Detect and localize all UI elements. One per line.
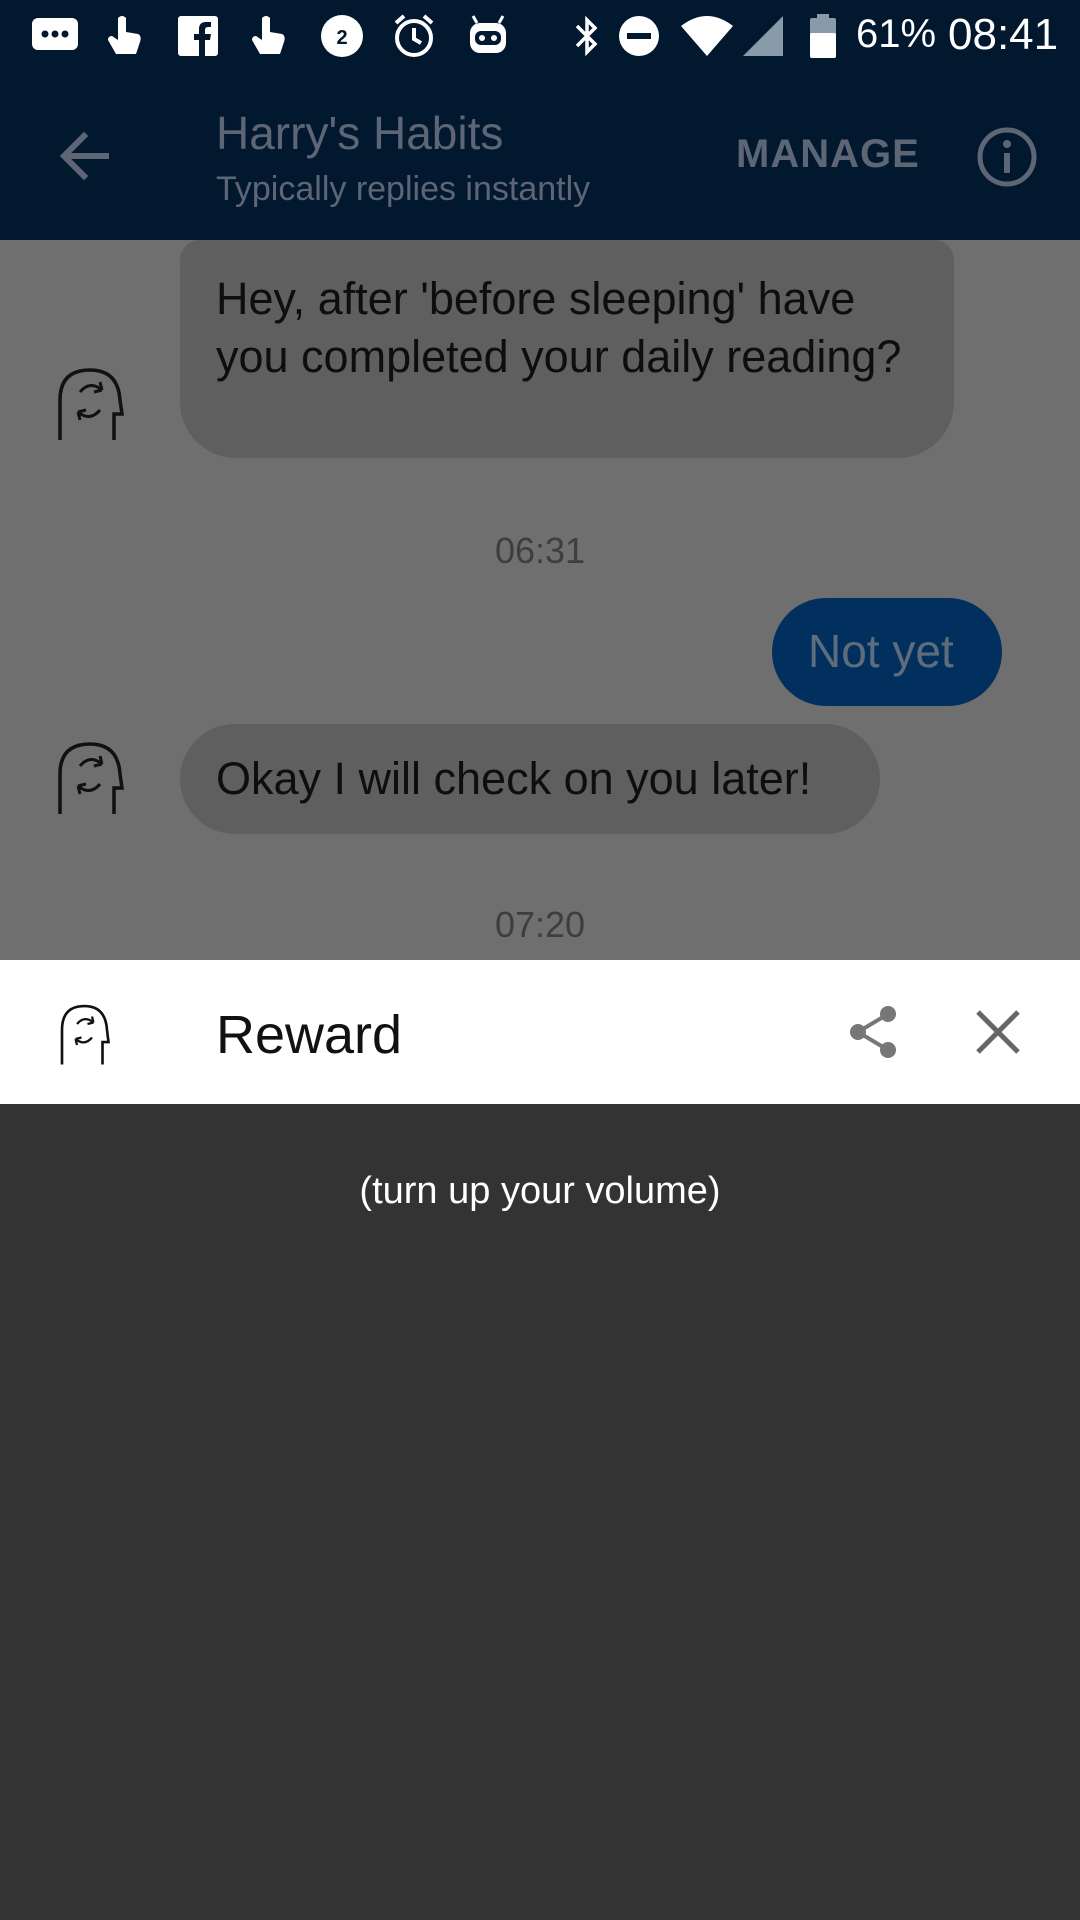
bot-avatar (56, 1000, 116, 1066)
bot-avatar (52, 736, 132, 816)
bot-message: Okay I will check on you later! (180, 724, 880, 834)
hand-icon (246, 14, 290, 58)
signal-icon (740, 14, 786, 58)
reward-content: (turn up your volume) (0, 1104, 1080, 1920)
chat-subtitle: Typically replies instantly (216, 170, 591, 208)
bot-message: Hey, after 'before sleeping' have you co… (180, 240, 954, 458)
status-bar: 2 61% 08:41 (0, 0, 1080, 72)
alarm-icon (390, 14, 438, 58)
do-not-disturb-icon (616, 14, 662, 58)
svg-text:2: 2 (336, 27, 347, 49)
user-message: Not yet (772, 598, 1002, 706)
chat-title: Harry's Habits (216, 107, 504, 159)
clock: 08:41 (948, 10, 1059, 59)
hand-icon (102, 14, 146, 58)
facebook-icon (176, 14, 220, 58)
battery-percentage: 61% (856, 12, 937, 56)
reward-title: Reward (216, 1005, 403, 1065)
close-icon[interactable] (970, 1004, 1026, 1060)
app-bar: Harry's Habits Typically replies instant… (0, 72, 1080, 240)
wifi-icon (678, 14, 736, 58)
bot-avatar (52, 362, 132, 442)
timestamp: 07:20 (494, 904, 586, 945)
manage-button[interactable]: MANAGE (736, 132, 920, 177)
messages-icon (28, 14, 82, 58)
message-text: Hey, after 'before sleeping' have you co… (216, 273, 902, 382)
info-icon[interactable] (976, 126, 1038, 188)
chat-messages[interactable]: Hey, after 'before sleeping' have you co… (0, 240, 1080, 960)
message-text: Not yet (808, 625, 954, 677)
share-icon[interactable] (846, 1004, 902, 1060)
chat-badge-icon: 2 (318, 14, 366, 58)
timestamp: 06:31 (494, 530, 586, 571)
battery-icon (806, 14, 840, 58)
robot-icon (464, 14, 512, 58)
volume-hint: (turn up your volume) (359, 1170, 721, 1212)
bluetooth-icon (570, 14, 604, 58)
message-text: Okay I will check on you later! (216, 753, 812, 804)
reward-header: Reward (0, 960, 1080, 1104)
back-arrow-icon[interactable] (54, 124, 118, 188)
